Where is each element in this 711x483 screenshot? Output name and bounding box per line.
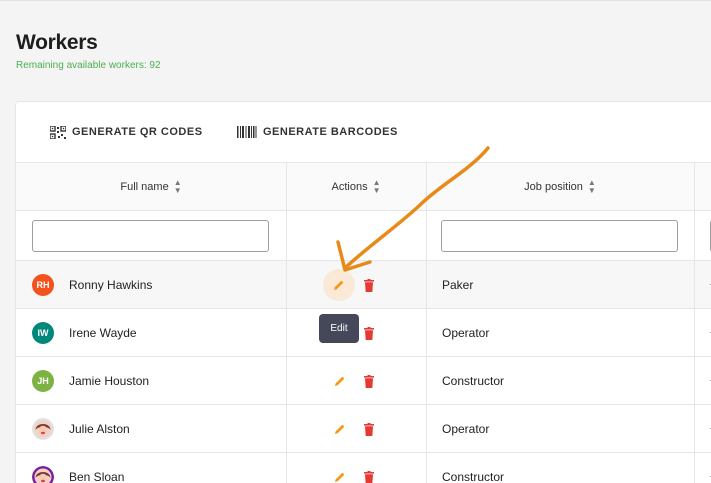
remaining-workers-text: Remaining available workers: 92 [16, 60, 161, 71]
column-divider [694, 163, 695, 483]
delete-button[interactable] [362, 277, 376, 293]
column-header-full-name-label: Full name [120, 181, 169, 193]
delete-button[interactable] [362, 325, 376, 341]
table-row[interactable]: Julie Alston Operator [16, 405, 711, 453]
job-position: Operator [442, 422, 490, 436]
delete-button[interactable] [362, 469, 376, 483]
job-position: Operator [442, 326, 490, 340]
avatar-initials: JH [37, 376, 49, 386]
page-title: Workers [16, 31, 98, 54]
sort-icon: ▲ ▼ [173, 178, 182, 195]
worker-name: Ronny Hawkins [69, 278, 153, 292]
job-position-filter-input[interactable] [441, 220, 678, 252]
table-toolbar: GENERATE QR CODES GENERATE BARCODES [16, 102, 711, 163]
edit-button[interactable] [329, 370, 351, 392]
avatar [32, 418, 54, 440]
generate-qr-codes-label: GENERATE QR CODES [72, 126, 203, 138]
avatar-initials: IW [37, 328, 49, 338]
avatar: RH [32, 274, 54, 296]
trash-icon [364, 470, 374, 483]
edit-button[interactable] [329, 418, 351, 440]
table-row[interactable]: JH Jamie Houston Constructor [16, 357, 711, 405]
pencil-icon [335, 424, 345, 434]
worker-name: Jamie Houston [69, 374, 150, 388]
edit-button[interactable] [329, 466, 351, 483]
sort-icon: ▲ ▼ [587, 178, 596, 195]
pencil-icon [334, 280, 344, 290]
job-position: Paker [442, 278, 474, 292]
delete-button[interactable] [362, 421, 376, 437]
trash-icon [364, 326, 374, 340]
edit-tooltip: Edit [319, 314, 359, 343]
column-divider [426, 163, 427, 483]
avatar [32, 466, 54, 483]
worker-name: Irene Wayde [69, 326, 137, 340]
pencil-icon [335, 376, 345, 386]
worker-name: Julie Alston [69, 422, 130, 436]
workers-table-card: GENERATE QR CODES GENERATE BARCODES Full… [15, 101, 711, 483]
generate-barcodes-label: GENERATE BARCODES [263, 126, 398, 138]
job-position: Constructor [442, 374, 505, 388]
trash-icon [364, 278, 374, 292]
barcode-icon [237, 126, 257, 138]
generate-qr-codes-button[interactable]: GENERATE QR CODES [50, 124, 203, 140]
filter-row [16, 211, 711, 261]
trash-icon [364, 374, 374, 388]
avatar-photo [32, 466, 54, 483]
table-row[interactable]: IW Irene Wayde Operator [16, 309, 711, 357]
column-divider [286, 163, 287, 483]
column-header-job-position-label: Job position [524, 181, 583, 193]
top-divider [0, 0, 711, 1]
sort-icon: ▲ ▼ [372, 178, 381, 195]
table-header-row: Full name ▲ ▼ Actions ▲ ▼ Job position ▲ ▼ [16, 163, 711, 211]
worker-name: Ben Sloan [69, 470, 125, 483]
generate-barcodes-button[interactable]: GENERATE BARCODES [237, 124, 398, 140]
full-name-filter-input[interactable] [32, 220, 269, 252]
avatar-initials: RH [36, 280, 50, 290]
column-header-actions-label: Actions [331, 181, 368, 193]
job-position: Constructor [442, 470, 505, 483]
qr-code-icon [50, 125, 66, 139]
avatar: IW [32, 322, 54, 344]
edit-button[interactable] [323, 269, 355, 301]
pencil-icon [335, 472, 345, 482]
column-header-job-position[interactable]: Job position ▲ ▼ [426, 163, 694, 211]
trash-icon [364, 422, 374, 436]
column-header-full-name[interactable]: Full name ▲ ▼ [16, 163, 286, 211]
table-row[interactable]: RH Ronny Hawkins Paker [16, 261, 711, 309]
avatar: JH [32, 370, 54, 392]
table-row[interactable]: Ben Sloan Constructor [16, 453, 711, 483]
avatar-photo [32, 418, 54, 440]
column-header-actions[interactable]: Actions ▲ ▼ [286, 163, 426, 211]
delete-button[interactable] [362, 373, 376, 389]
